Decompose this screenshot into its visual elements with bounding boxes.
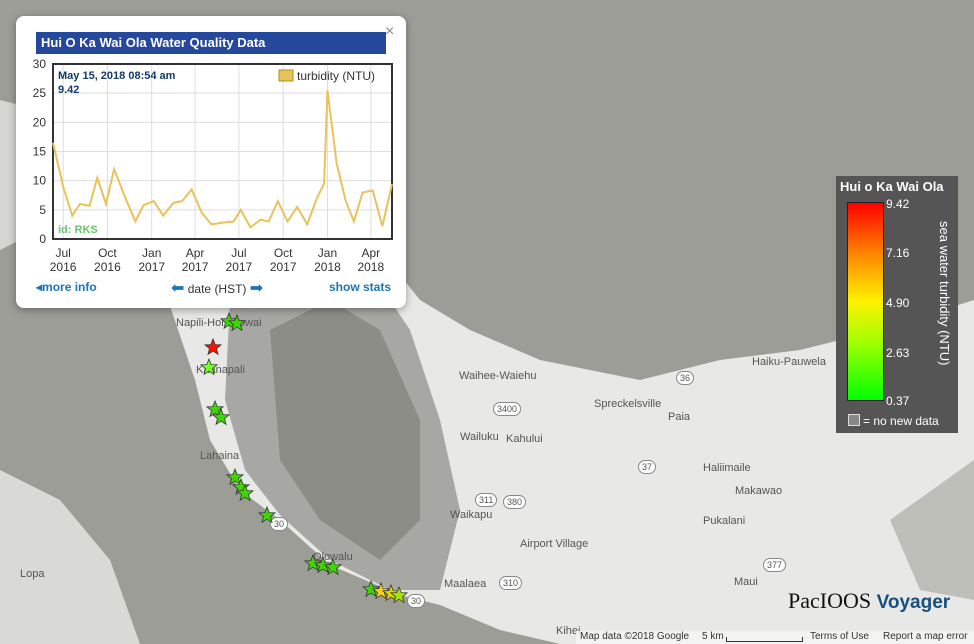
legend-tick: 2.63 <box>886 346 910 360</box>
more-info-link[interactable]: ◂more info <box>36 280 97 294</box>
prev-date-arrow-icon[interactable]: ⬅ <box>171 280 184 297</box>
town-label: Haliimaile <box>703 462 751 474</box>
town-label: Makawao <box>735 485 783 497</box>
town-label: Haiku-Pauwela <box>752 356 826 368</box>
town-label: Waikapu <box>450 509 493 521</box>
no-data-swatch <box>848 414 860 426</box>
station-marker-star-icon[interactable] <box>212 408 230 426</box>
turbidity-series-line <box>52 90 393 229</box>
town-label: Pukalani <box>703 515 746 527</box>
x-tick-month: Jul <box>231 246 246 260</box>
town-label: Wailuku <box>460 431 499 443</box>
turbidity-chart[interactable]: 051015202530Jul2016Oct2016Jan2017Apr2017… <box>16 16 406 308</box>
date-navigator: ⬅ date (HST) ➡ <box>171 278 263 298</box>
station-marker-star-icon[interactable] <box>258 506 276 524</box>
turbidity-legend: Hui o Ka Wai Ola 9.42 7.16 4.90 2.63 0.3… <box>836 176 958 433</box>
y-tick-label: 25 <box>33 86 47 100</box>
town-label: Lopa <box>20 568 45 580</box>
y-tick-label: 15 <box>33 145 47 159</box>
station-marker-star-icon[interactable] <box>204 338 222 356</box>
highway-shield: 380 <box>503 495 527 509</box>
map-scale: 5 km <box>702 631 724 642</box>
legend-swatch <box>278 69 294 82</box>
x-tick-year: 2018 <box>357 260 384 274</box>
x-tick-year: 2018 <box>314 260 341 274</box>
report-map-error-link[interactable]: Report a map error <box>883 631 967 642</box>
town-label: Kahului <box>506 433 543 445</box>
x-tick-month: Jan <box>318 246 337 260</box>
town-label: Paia <box>668 411 691 423</box>
legend-color-bar <box>847 202 884 401</box>
tooltip-value: 9.42 <box>58 84 79 96</box>
town-label: Airport Village <box>520 538 589 550</box>
x-tick-year: 2017 <box>138 260 165 274</box>
tooltip-date: May 15, 2018 08:54 am <box>58 70 176 82</box>
x-tick-year: 2017 <box>270 260 297 274</box>
legend-tick: 4.90 <box>886 296 910 310</box>
station-marker-star-icon[interactable] <box>236 484 254 502</box>
map-attribution: Map data ©2018 Google 5 km Terms of Use … <box>576 631 974 644</box>
town-label: Lahaina <box>200 450 240 462</box>
y-tick-label: 30 <box>33 57 47 71</box>
x-tick-year: 2016 <box>50 260 77 274</box>
legend-tick: 0.37 <box>886 394 910 408</box>
highway-shield: 311 <box>475 493 498 507</box>
y-tick-label: 20 <box>33 115 47 129</box>
terms-of-use-link[interactable]: Terms of Use <box>810 631 869 642</box>
pacioos-voyager-logo: PacIOOS Voyager <box>788 588 951 613</box>
legend-title: Hui o Ka Wai Ola <box>840 179 944 194</box>
highway-shield: 377 <box>763 558 787 572</box>
town-label: Spreckelsville <box>594 398 662 410</box>
station-marker-star-icon[interactable] <box>200 358 218 376</box>
legend-axis-label: sea water turbidity (NTU) <box>937 221 952 365</box>
x-tick-month: Oct <box>98 246 117 260</box>
x-tick-month: Apr <box>186 246 205 260</box>
no-new-data-key: = no new data <box>848 414 939 428</box>
legend-tick: 7.16 <box>886 246 910 260</box>
town-label: Waihee-Waiehu <box>459 370 537 382</box>
svg-text:sea water turbidity (NTU): sea water turbidity (NTU) <box>937 221 952 365</box>
station-marker-star-icon[interactable] <box>390 586 408 604</box>
date-axis-label: date (HST) <box>187 282 247 296</box>
x-tick-year: 2017 <box>226 260 253 274</box>
x-tick-month: Jul <box>55 246 70 260</box>
chart-legend-label: turbidity (NTU) <box>297 69 375 83</box>
town-label: Maui <box>734 576 758 588</box>
next-date-arrow-icon[interactable]: ➡ <box>250 280 263 297</box>
y-tick-label: 0 <box>39 232 46 246</box>
station-id: id: RKS <box>58 224 98 236</box>
map-data-credit: Map data ©2018 Google <box>580 631 690 642</box>
y-tick-label: 10 <box>33 174 47 188</box>
highway-shield: 30 <box>407 594 426 608</box>
legend-tick: 9.42 <box>886 197 910 211</box>
x-tick-month: Apr <box>361 246 380 260</box>
x-tick-month: Oct <box>274 246 293 260</box>
x-tick-month: Jan <box>142 246 161 260</box>
highway-shield: 37 <box>638 460 657 474</box>
station-popup: Hui O Ka Wai Ola Water Quality Data × 05… <box>16 16 406 308</box>
x-tick-year: 2017 <box>182 260 209 274</box>
town-label: Napili-Honokowai <box>176 317 262 329</box>
highway-shield: 36 <box>676 371 695 385</box>
station-marker-star-icon[interactable] <box>228 314 246 332</box>
y-tick-label: 5 <box>39 203 46 217</box>
station-marker-star-icon[interactable] <box>324 558 342 576</box>
show-stats-link[interactable]: show stats <box>329 280 391 294</box>
highway-shield: 310 <box>499 576 523 590</box>
town-label: Maalaea <box>444 578 487 590</box>
highway-shield: 3400 <box>493 402 522 416</box>
x-tick-year: 2016 <box>94 260 121 274</box>
scale-bar <box>726 637 803 642</box>
